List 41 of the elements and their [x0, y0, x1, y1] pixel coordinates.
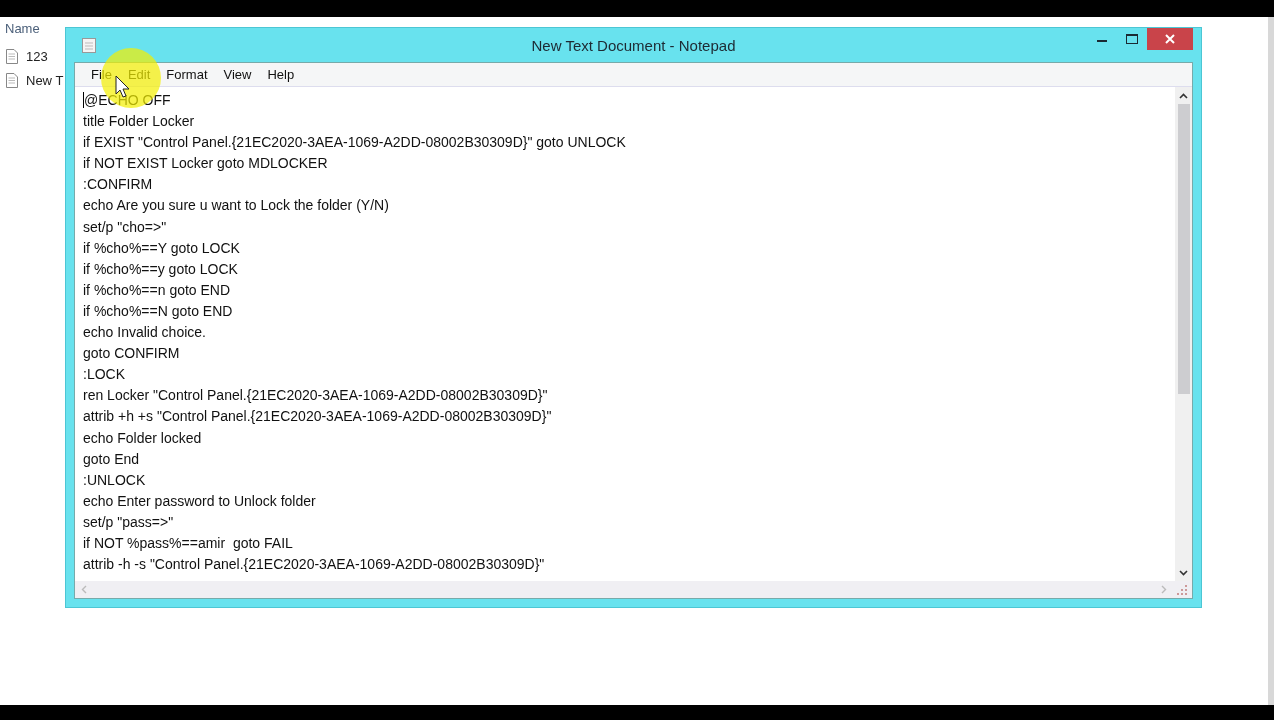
code-line: goto End [83, 449, 141, 469]
code-line: ren Locker "Control Panel.{21EC2020-3AEA-1069-A2DD-08002B30309D}" [83, 386, 549, 406]
code-line: if %cho%==N goto END [83, 301, 234, 321]
document-icon [6, 48, 18, 64]
menu-item[interactable]: Help [259, 65, 303, 84]
column-header[interactable]: Name [4, 21, 40, 42]
close-button[interactable] [1147, 28, 1193, 50]
code-line: goto CONFIRM [83, 344, 181, 364]
code-line: attrib +h +s "Control Panel.{21EC2020-3AEA-1069-A2DD-08002B30309D}" [83, 407, 553, 427]
code-line: if %cho%==n goto END [83, 280, 232, 300]
code-line: echo Invalid choice. [83, 323, 207, 343]
code-line: attrib -h -s "Control Panel.{21EC2020-3AEA-1069-A2DD-08002B30309D}" [83, 555, 546, 575]
close-icon [1165, 34, 1175, 44]
code-line: set/p "cho=>" [83, 217, 168, 237]
notepad-icon [82, 37, 96, 53]
file-name[interactable]: 123 [26, 48, 48, 64]
window-title: New Text Document - Notepad [531, 36, 736, 54]
maximize-icon [1126, 34, 1138, 44]
resize-grip-icon[interactable] [1176, 583, 1188, 596]
chevron-left-icon [80, 585, 87, 594]
code-line: echo Are you sure u want to Lock the folder (Y/N) [83, 196, 390, 216]
menu-item[interactable]: Format [158, 65, 216, 84]
code-line: set/p "pass=>" [83, 512, 175, 532]
code-line: echo Enter password to Unlock folder [83, 491, 317, 511]
code-line: title Folder Locker [83, 112, 196, 132]
code-line: :LOCK [83, 365, 126, 385]
code-line: :UNLOCK [83, 470, 147, 490]
chevron-down-icon [1179, 569, 1188, 576]
code-line: if %cho%==y goto LOCK [83, 259, 239, 279]
chevron-right-icon [1160, 585, 1167, 594]
code-line: echo Folder locked [83, 428, 203, 448]
scrollbar-thumb[interactable] [1177, 104, 1190, 394]
code-line: :CONFIRM [83, 175, 154, 195]
file-name[interactable]: New T [26, 72, 64, 88]
code-line: if NOT EXIST Locker goto MDLOCKER [83, 154, 329, 174]
menu-item[interactable]: View [215, 65, 260, 84]
chevron-up-icon [1179, 92, 1188, 99]
code-line: if %cho%==Y goto LOCK [83, 238, 241, 258]
code-line: if EXIST "Control Panel.{21EC2020-3AEA-1069-A2DD-08002B30309D}" goto UNLOCK [83, 133, 627, 153]
code-line: if NOT %pass%==amir goto FAIL [83, 533, 294, 553]
document-icon [6, 72, 18, 88]
